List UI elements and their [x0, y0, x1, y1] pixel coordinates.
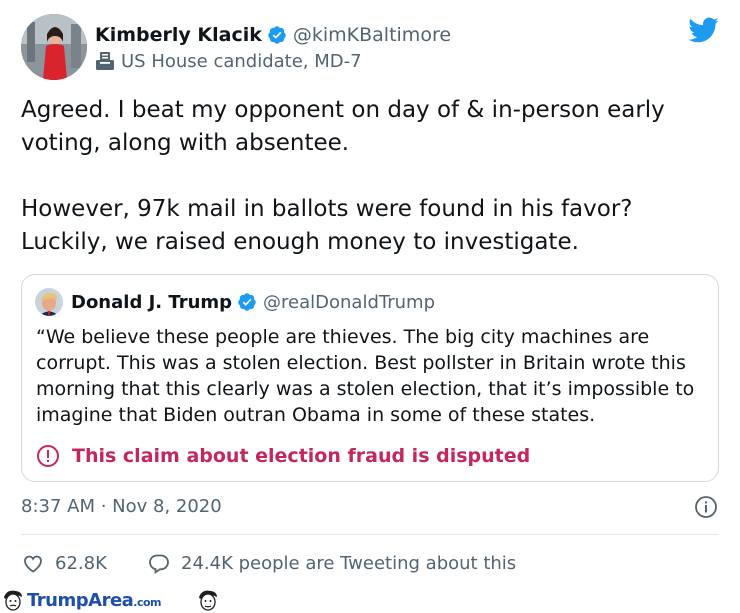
tweeting-about-text: 24.4K people are Tweeting about this	[181, 552, 517, 574]
site-watermark: TrumpArea.com	[0, 588, 225, 613]
quoted-tweet-text: “We believe these people are thieves. Th…	[36, 326, 695, 426]
divider	[21, 534, 719, 535]
quoted-author-line: Donald J. Trump @realDonaldTrump	[71, 289, 435, 315]
cartoon-face-icon	[4, 590, 22, 611]
quoted-verified-badge-icon	[238, 293, 256, 311]
speech-bubble-icon	[149, 554, 169, 574]
heart-icon	[24, 555, 42, 573]
disputed-notice[interactable]: This claim about election fraud is dispu…	[36, 443, 530, 469]
quoted-avatar-image	[35, 288, 63, 316]
cartoon-face-icon-right	[199, 590, 217, 611]
author-line: Kimberly Klacik @kimKBaltimore	[95, 22, 451, 48]
twitter-bird-icon[interactable]	[687, 16, 719, 44]
tweet-timestamp[interactable]: 8:37 AM · Nov 8, 2020	[21, 496, 222, 517]
author-name[interactable]: Kimberly Klacik	[95, 24, 262, 46]
quoted-author-avatar[interactable]	[35, 288, 63, 316]
quoted-author-name[interactable]: Donald J. Trump	[71, 292, 232, 313]
quoted-author-handle[interactable]: @realDonaldTrump	[263, 292, 435, 313]
conversation-link[interactable]: 24.4K people are Tweeting about this	[147, 550, 516, 576]
verified-badge-icon	[268, 26, 286, 44]
tweet-card: Kimberly Klacik @kimKBaltimore US House …	[0, 0, 740, 590]
quoted-tweet[interactable]: Donald J. Trump @realDonaldTrump “We bel…	[21, 274, 719, 482]
info-icon[interactable]	[694, 495, 718, 519]
like-count: 62.8K	[55, 552, 107, 574]
author-avatar-image	[21, 14, 87, 80]
tweet-text: Agreed. I beat my opponent on day of & i…	[21, 97, 665, 255]
ballot-box-icon	[96, 52, 114, 70]
author-handle[interactable]: @kimKBaltimore	[293, 24, 451, 46]
account-label-text: US House candidate, MD-7	[121, 50, 362, 72]
watermark-brand: TrumpArea	[27, 590, 134, 611]
author-avatar[interactable]	[21, 14, 87, 80]
account-label: US House candidate, MD-7	[95, 49, 362, 73]
watermark-text: TrumpArea.com	[27, 590, 162, 611]
watermark-suffix: .com	[133, 596, 162, 609]
like-button[interactable]: 62.8K	[21, 550, 107, 576]
disputed-label: This claim about election fraud is dispu…	[72, 445, 531, 467]
exclamation-circle-icon	[37, 445, 59, 467]
